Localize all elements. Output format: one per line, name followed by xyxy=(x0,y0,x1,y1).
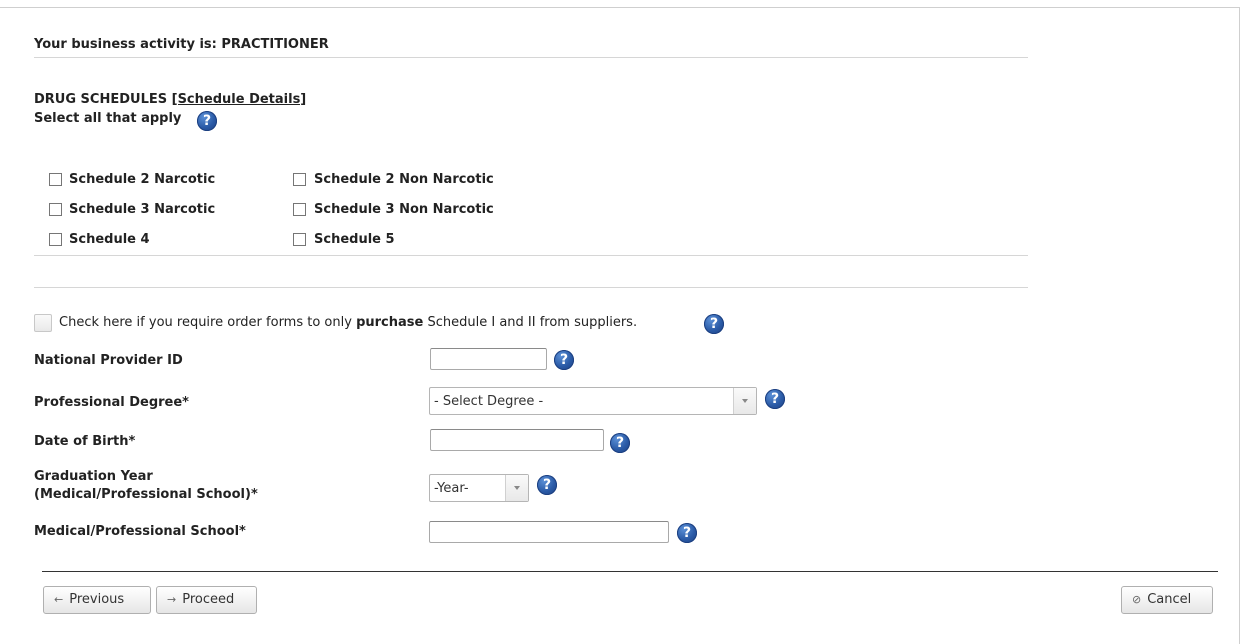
dob-input[interactable] xyxy=(430,429,604,451)
npi-input[interactable] xyxy=(430,348,547,370)
divider xyxy=(42,571,1218,572)
divider xyxy=(34,255,1028,256)
degree-select-value: - Select Degree - xyxy=(434,394,544,409)
degree-label: Professional Degree* xyxy=(34,395,189,410)
proceed-button-label: Proceed xyxy=(182,592,235,607)
arrow-right-icon: → xyxy=(167,593,177,606)
help-icon[interactable]: ? xyxy=(765,389,785,409)
schedule-2-non-narcotic-label: Schedule 2 Non Narcotic xyxy=(314,172,494,187)
drug-schedules-title: DRUG SCHEDULES xyxy=(34,92,168,107)
previous-button-label: Previous xyxy=(69,592,125,607)
order-forms-text-end: Schedule I and II from suppliers. xyxy=(423,315,638,330)
select-all-label: Select all that apply xyxy=(34,111,182,126)
schedule-5-checkbox[interactable] xyxy=(293,233,306,246)
arrow-left-icon: ← xyxy=(54,593,64,606)
schedule-5-label: Schedule 5 xyxy=(314,232,395,247)
school-input[interactable] xyxy=(429,521,669,543)
help-icon[interactable]: ? xyxy=(197,111,217,131)
degree-select[interactable]: - Select Degree - xyxy=(429,387,757,415)
order-forms-text: Check here if you require order forms to… xyxy=(59,315,357,330)
grad-year-label: Graduation Year (Medical/Professional Sc… xyxy=(34,468,258,504)
schedule-2-narcotic-label: Schedule 2 Narcotic xyxy=(69,172,216,187)
proceed-button[interactable]: → Proceed xyxy=(156,586,257,614)
cancel-button-label: Cancel xyxy=(1147,592,1192,607)
divider xyxy=(34,57,1028,58)
help-icon[interactable]: ? xyxy=(677,523,697,543)
cancel-circle-icon: ⊘ xyxy=(1132,593,1142,606)
order-forms-checkbox[interactable] xyxy=(34,314,52,332)
schedule-4-checkbox[interactable] xyxy=(49,233,62,246)
schedule-2-narcotic-checkbox[interactable] xyxy=(49,173,62,186)
help-icon[interactable]: ? xyxy=(610,433,630,453)
grad-year-label-line1: Graduation Year xyxy=(34,469,153,484)
schedule-3-non-narcotic-label: Schedule 3 Non Narcotic xyxy=(314,202,494,217)
school-label: Medical/Professional School* xyxy=(34,524,246,539)
business-activity-label: Your business activity is: PRACTITIONER xyxy=(34,37,329,52)
dob-label: Date of Birth* xyxy=(34,434,136,449)
order-forms-label: Check here if you require order forms to… xyxy=(59,315,637,330)
cancel-button[interactable]: ⊘ Cancel xyxy=(1121,586,1213,614)
grad-year-select-value: -Year- xyxy=(434,481,469,496)
schedule-2-non-narcotic-checkbox[interactable] xyxy=(293,173,306,186)
grad-year-label-line2: (Medical/Professional School)* xyxy=(34,487,258,502)
previous-button[interactable]: ← Previous xyxy=(43,586,151,614)
grad-year-select[interactable]: -Year- xyxy=(429,474,529,502)
drug-schedules-heading: DRUG SCHEDULES [Schedule Details] xyxy=(34,92,306,107)
divider xyxy=(34,287,1028,288)
help-icon[interactable]: ? xyxy=(554,350,574,370)
schedule-4-label: Schedule 4 xyxy=(69,232,150,247)
schedule-details-link[interactable]: [Schedule Details] xyxy=(172,92,307,107)
help-icon[interactable]: ? xyxy=(704,314,724,334)
schedule-3-non-narcotic-checkbox[interactable] xyxy=(293,203,306,216)
schedule-3-narcotic-label: Schedule 3 Narcotic xyxy=(69,202,216,217)
npi-label: National Provider ID xyxy=(34,353,183,368)
schedule-3-narcotic-checkbox[interactable] xyxy=(49,203,62,216)
help-icon[interactable]: ? xyxy=(537,475,557,495)
chevron-down-icon xyxy=(505,475,528,501)
order-forms-bold-text: purchase xyxy=(356,315,424,330)
chevron-down-icon xyxy=(733,388,756,414)
